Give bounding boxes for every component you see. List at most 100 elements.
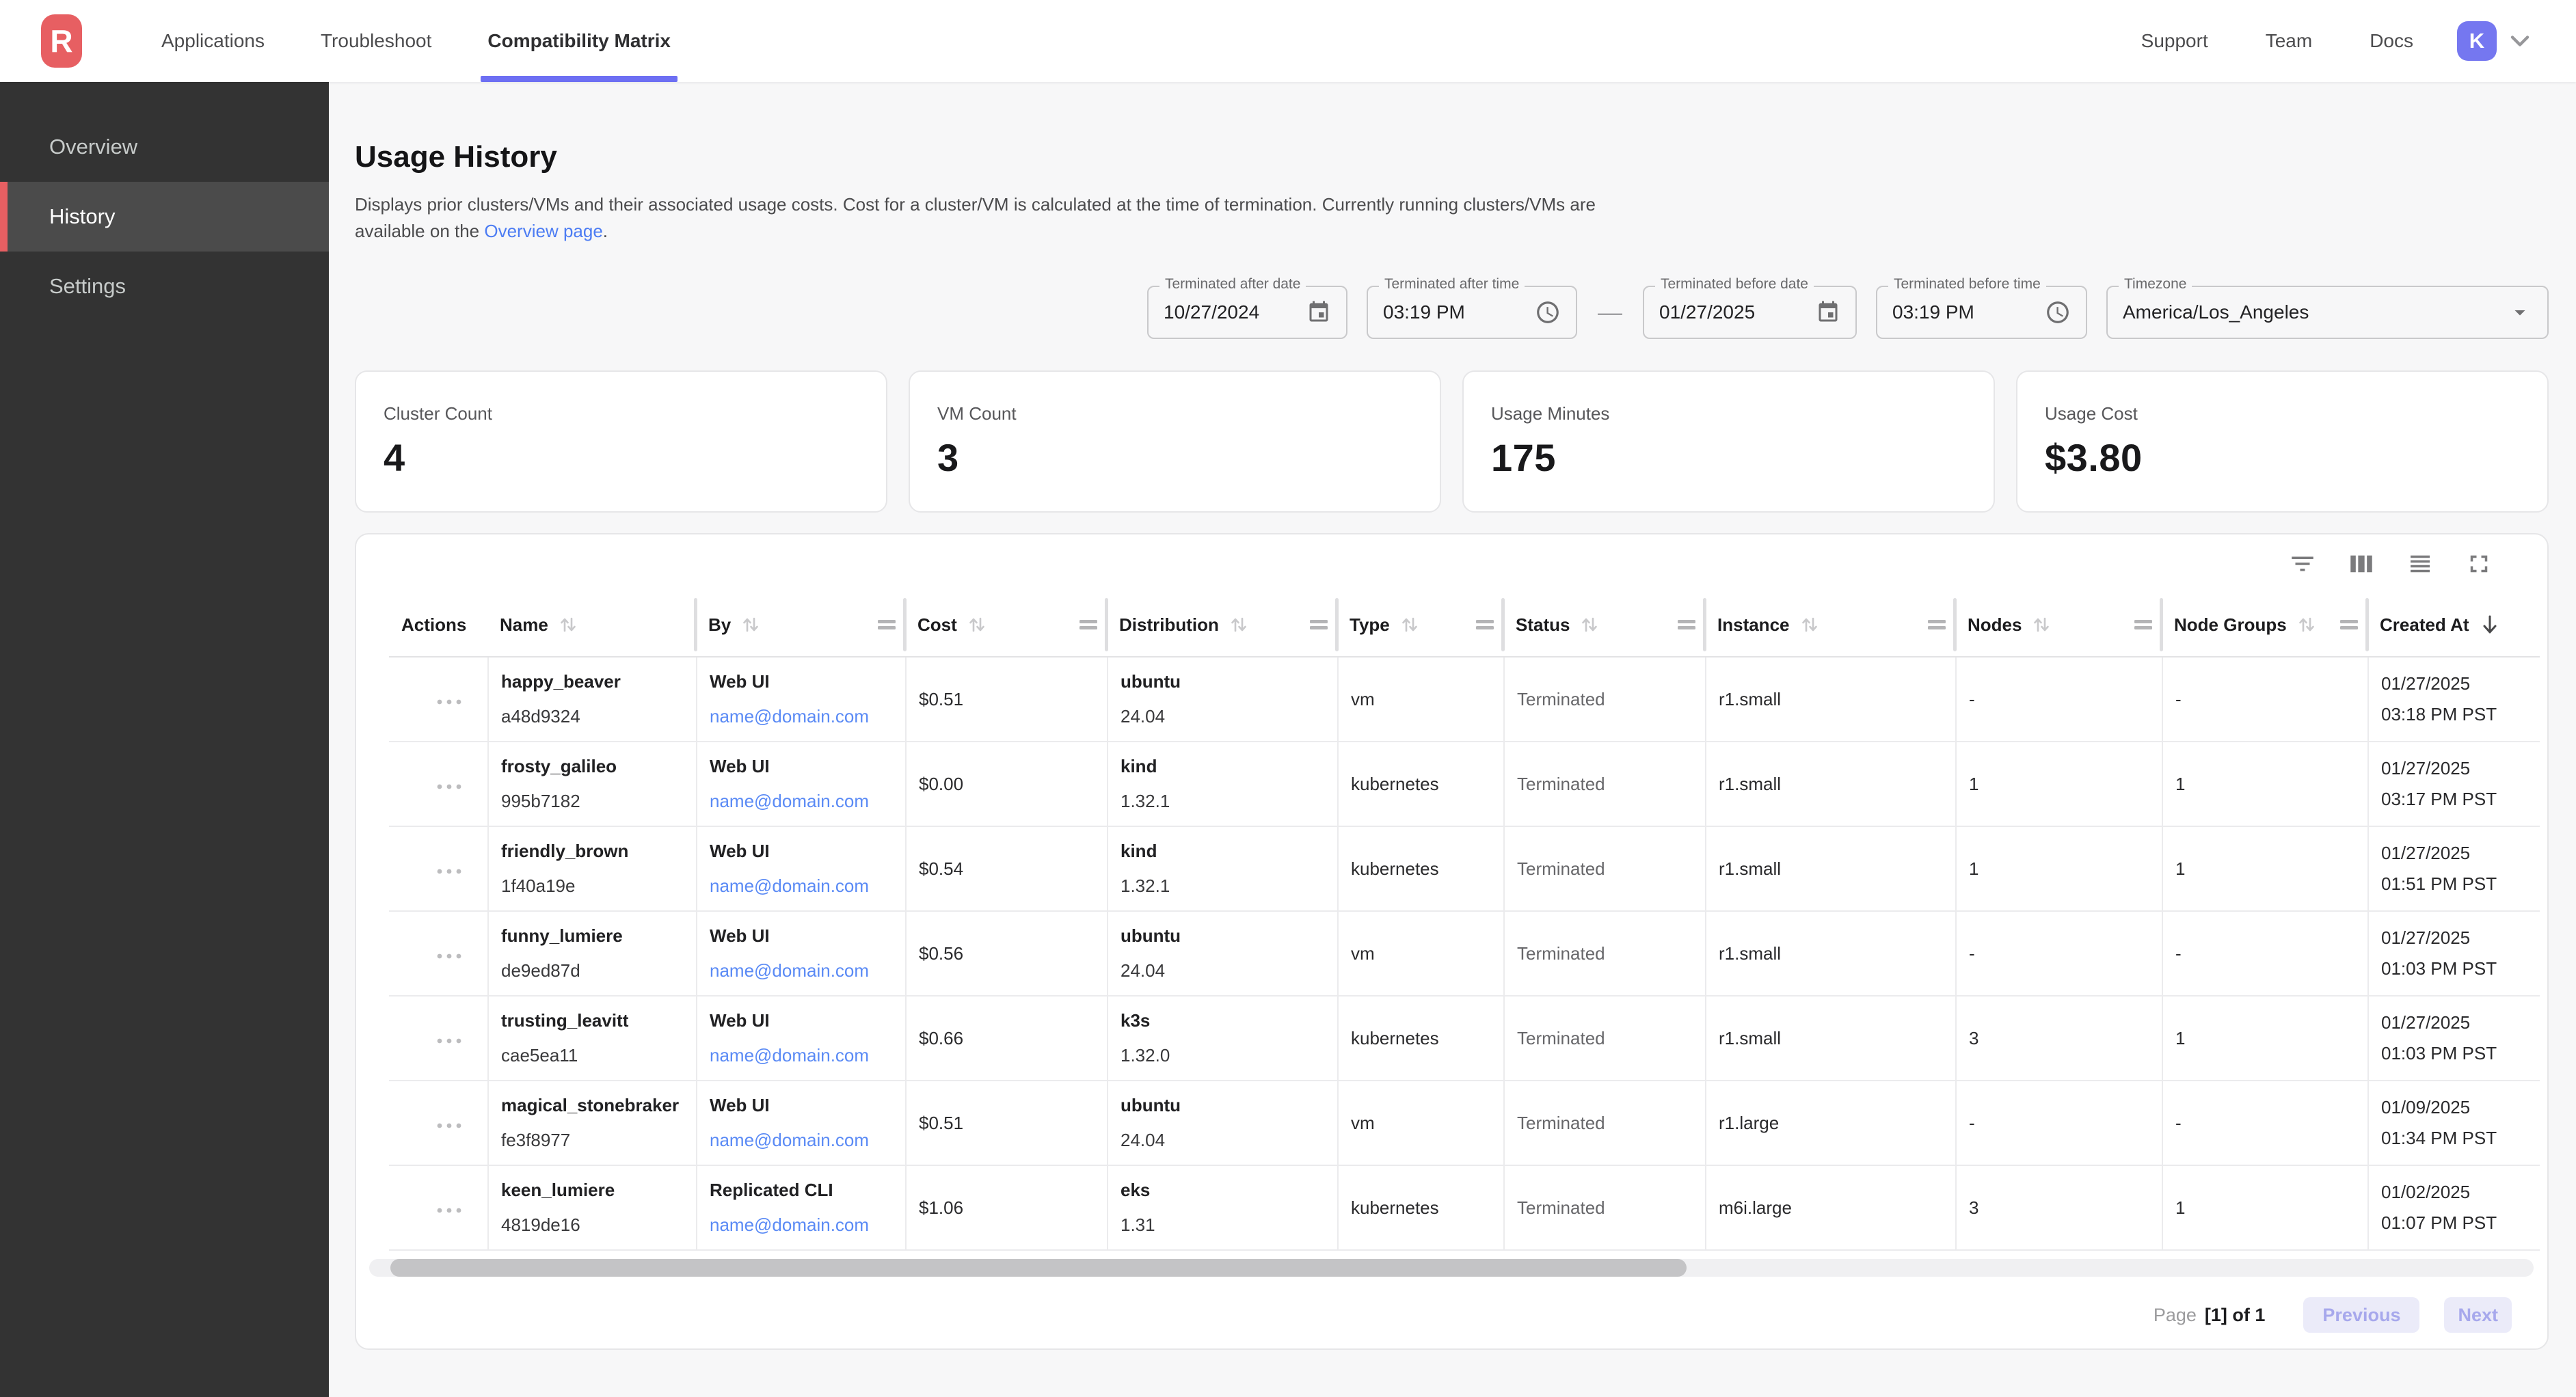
nav-link-team[interactable]: Team (2266, 30, 2312, 52)
stat-label: Cluster Count (384, 403, 886, 424)
row-actions-button[interactable] (389, 742, 487, 826)
column-header-type[interactable]: Type (1337, 593, 1503, 656)
sidebar-item-overview[interactable]: Overview (0, 112, 329, 182)
status-badge: Terminated (1517, 1197, 1705, 1219)
row-actions-button[interactable] (389, 827, 487, 910)
distribution-version: 24.04 (1121, 1130, 1337, 1151)
column-header-actions[interactable]: Actions (389, 593, 487, 656)
column-label: Actions (401, 614, 466, 636)
row-actions-button[interactable] (389, 1166, 487, 1249)
horizontal-scrollbar[interactable] (369, 1259, 2534, 1277)
cell-instance: r1.small (1705, 996, 1955, 1080)
sidebar-item-history[interactable]: History (0, 182, 329, 252)
by-email-link[interactable]: name@domain.com (710, 1215, 905, 1236)
terminated-after-time-field[interactable]: Terminated after time03:19 PM (1367, 286, 1577, 339)
column-label: Instance (1717, 614, 1790, 636)
terminated-after-date-field[interactable]: Terminated after date10/27/2024 (1147, 286, 1347, 339)
column-header-nodes[interactable]: Nodes (1955, 593, 2162, 656)
by-email-link[interactable]: name@domain.com (710, 960, 905, 981)
row-actions-button[interactable] (389, 657, 487, 741)
cost-value: $0.00 (919, 774, 1107, 795)
column-header-name[interactable]: Name (487, 593, 696, 656)
column-header-node-groups[interactable]: Node Groups (2162, 593, 2367, 656)
sidebar-item-settings[interactable]: Settings (0, 252, 329, 321)
clock-icon[interactable] (1535, 299, 1561, 325)
created-date: 01/09/2025 (2381, 1097, 2540, 1118)
scrollbar-thumb[interactable] (390, 1259, 1687, 1277)
cluster-id: cae5ea11 (501, 1045, 696, 1066)
cluster-id: de9ed87d (501, 960, 696, 981)
terminated-before-time-field[interactable]: Terminated before time03:19 PM (1876, 286, 2087, 339)
cell-instance: r1.large (1705, 1081, 1955, 1165)
column-menu-icon[interactable] (1678, 619, 1695, 630)
status-badge: Terminated (1517, 1028, 1705, 1049)
created-time: 01:07 PM PST (2381, 1212, 2540, 1234)
by-email-link[interactable]: name@domain.com (710, 706, 905, 727)
column-menu-icon[interactable] (2340, 619, 2358, 630)
chevron-down-icon[interactable] (2505, 26, 2535, 56)
column-menu-icon[interactable] (1079, 619, 1097, 630)
user-avatar[interactable]: K (2457, 21, 2497, 61)
timezone-field[interactable]: TimezoneAmerica/Los_Angeles (2106, 286, 2549, 339)
column-menu-icon[interactable] (2134, 619, 2152, 630)
created-time: 01:03 PM PST (2381, 958, 2540, 979)
by-email-link[interactable]: name@domain.com (710, 876, 905, 897)
field-label: Terminated before time (1888, 276, 2046, 293)
calendar-icon[interactable] (1306, 300, 1331, 325)
by-email-link[interactable]: name@domain.com (710, 791, 905, 812)
column-header-cost[interactable]: Cost (905, 593, 1107, 656)
column-header-instance[interactable]: Instance (1705, 593, 1955, 656)
distribution-version: 24.04 (1121, 706, 1337, 727)
filter-icon[interactable] (2288, 550, 2317, 578)
calendar-icon[interactable] (1816, 300, 1840, 325)
nav-tab-compatibility-matrix[interactable]: Compatibility Matrix (487, 0, 671, 82)
by-email-link[interactable]: name@domain.com (710, 1130, 905, 1151)
row-actions-button[interactable] (389, 996, 487, 1080)
nodes-value: - (1969, 943, 2162, 964)
previous-button[interactable]: Previous (2303, 1297, 2419, 1333)
cell-by: Web UIname@domain.com (696, 827, 905, 910)
usage-table-card: Actions NameByCostDistributionTypeStatus I… (355, 533, 2549, 1350)
stat-cards: Cluster Count4VM Count3Usage Minutes175U… (355, 370, 2549, 513)
column-header-by[interactable]: By (696, 593, 905, 656)
column-header-distribution[interactable]: Distribution (1107, 593, 1337, 656)
distribution-name: kind (1121, 756, 1337, 777)
nav-tab-applications[interactable]: Applications (161, 0, 265, 82)
stat-value: 175 (1491, 435, 1994, 480)
sort-icon (1398, 613, 1421, 636)
column-menu-icon[interactable] (1476, 619, 1494, 630)
dropdown-arrow-icon[interactable] (2508, 300, 2532, 325)
cost-value: $0.51 (919, 1113, 1107, 1134)
fullscreen-icon[interactable] (2465, 550, 2493, 578)
density-icon[interactable] (2406, 550, 2434, 578)
clock-icon[interactable] (2045, 299, 2071, 325)
cell-nodes: - (1955, 1081, 2162, 1165)
created-date: 01/27/2025 (2381, 843, 2540, 864)
terminated-before-date-field[interactable]: Terminated before date01/27/2025 (1643, 286, 1857, 339)
column-menu-icon[interactable] (878, 619, 896, 630)
cell-instance: r1.small (1705, 912, 1955, 995)
app-logo[interactable]: R (41, 14, 82, 68)
cell-type: kubernetes (1337, 742, 1503, 826)
cell-status: Terminated (1503, 1166, 1705, 1249)
cell-created-at: 01/27/202503:18 PM PST (2367, 657, 2540, 741)
next-button[interactable]: Next (2444, 1297, 2512, 1333)
overview-page-link[interactable]: Overview page (484, 221, 602, 241)
nav-link-docs[interactable]: Docs (2370, 30, 2413, 52)
row-actions-button[interactable] (389, 1081, 487, 1165)
column-separator (694, 598, 697, 651)
column-menu-icon[interactable] (1310, 619, 1328, 630)
sort-desc-icon (2478, 612, 2502, 637)
nav-tab-troubleshoot[interactable]: Troubleshoot (321, 0, 431, 82)
column-header-created-at[interactable]: Created At (2367, 593, 2540, 656)
column-separator (2160, 598, 2163, 651)
cell-nodes: - (1955, 657, 2162, 741)
node-groups-value: - (2175, 689, 2367, 710)
by-email-link[interactable]: name@domain.com (710, 1045, 905, 1066)
column-header-status[interactable]: Status (1503, 593, 1705, 656)
column-menu-icon[interactable] (1928, 619, 1946, 630)
table-row: funny_lumierede9ed87dWeb UIname@domain.c… (389, 912, 2540, 996)
row-actions-button[interactable] (389, 912, 487, 995)
columns-icon[interactable] (2347, 550, 2376, 578)
nav-link-support[interactable]: Support (2141, 30, 2208, 52)
